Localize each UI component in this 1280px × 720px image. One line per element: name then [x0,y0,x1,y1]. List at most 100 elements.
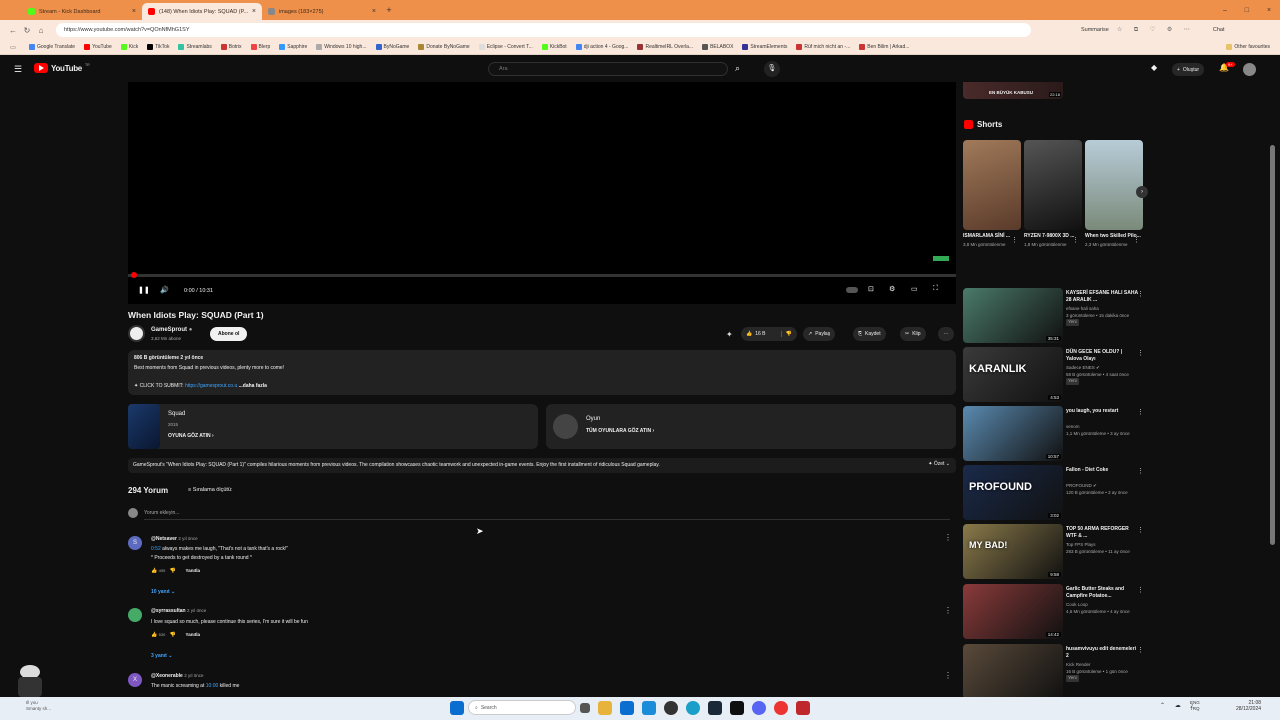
bookmark-item[interactable]: RealtimeIRL Overla... [637,44,693,50]
discord-icon[interactable] [752,700,766,715]
close-icon[interactable]: × [372,8,376,15]
card-link[interactable]: OYUNA GÖZ ATIN › [168,433,214,439]
progress-bar[interactable] [128,272,956,278]
obs-icon[interactable] [664,700,678,715]
bookmark-item[interactable]: dji action 4 - Goog... [575,44,628,50]
bookmark-item[interactable]: TikTok [147,44,169,50]
browser-tab-kick[interactable]: Stream - Kick Dashboard × [22,3,142,20]
recommended-video[interactable]: you laugh, you restart venom 1,1 Mn görünt… [963,406,1148,461]
more-actions-icon[interactable]: ⋯ [938,327,954,341]
avatar[interactable]: X [128,673,142,687]
reply-button[interactable]: Yanıtla [185,568,200,573]
close-window-icon[interactable]: × [1267,7,1271,14]
partial-thumbnail[interactable]: EN BÜYÜK KABUSU 22:18 [963,82,1063,99]
more-icon[interactable]: ⋮ [944,606,952,615]
channel-avatar[interactable] [128,325,145,342]
avatar[interactable] [1243,63,1256,76]
windows-start-icon[interactable] [450,700,464,715]
description-link[interactable]: https://gamesprout.co.u [185,383,237,389]
miniplayer-icon[interactable]: ▭ [911,285,918,293]
bookmark-item[interactable]: Google Translate [29,44,75,50]
recommended-video[interactable]: DÜN GECE NE OLDU? | Yalova Olayı Sadece E… [963,347,1148,402]
like-icon[interactable]: 👍 [151,568,157,574]
search-input[interactable]: Ara [488,62,728,76]
autoplay-toggle[interactable] [846,287,858,293]
browser-tab-youtube[interactable]: (148) When Idiots Play: SQUAD (P... × [142,3,262,20]
sort-button[interactable]: ≡ Sıralama ölçütü: [188,487,233,493]
store-icon[interactable] [620,700,634,715]
more-icon[interactable]: ⋮ [1137,290,1144,298]
youtube-logo[interactable]: YouTube TR [34,63,90,73]
short-item[interactable]: When two Skilled Pilo... 2,3 Mn görüntül… [1085,140,1143,248]
folder-icon[interactable]: ▭ [6,44,20,51]
more-icon[interactable]: ⋮ [1137,646,1144,654]
bookmark-item[interactable]: YouTube [84,44,112,50]
video-player[interactable]: ❚❚ 🔊 0:00 / 10:31 ⊡ ⚙ ▭ ⛶ [128,82,956,304]
progress-handle[interactable] [131,272,137,278]
more-icon[interactable]: ⋮ [1011,236,1018,244]
more-icon[interactable]: ⋮ [1137,467,1144,475]
recommended-video[interactable]: KAYSERİ EFSANE HALI SAHA 28 ARALIK ... ef… [963,288,1148,343]
volume-icon[interactable]: 🔊 [160,286,169,294]
bookmark-item[interactable]: Eclipse - Convert T... [478,44,533,50]
task-view-icon[interactable] [580,702,590,713]
summarise-button[interactable]: Summarise [1081,27,1109,33]
replies-toggle[interactable]: 10 yanıt ⌄ [151,589,175,595]
dislike-icon[interactable]: 👎 [169,632,175,638]
new-tab-icon[interactable]: + [382,5,396,15]
edge-icon[interactable] [686,700,700,715]
bookmark-item[interactable]: Windows 10 high... [316,44,367,50]
share-button[interactable]: ↗ Paylaş [803,327,836,341]
other-favourites[interactable]: Other favourites [1226,44,1270,50]
home-icon[interactable]: ⌂ [34,26,48,35]
card-link[interactable]: TÜM OYUNLARA GÖZ ATIN › [586,428,654,434]
toolbar-icons[interactable]: ☆ ⧉ ♡ ⚙ ⋯ [1117,26,1195,34]
app-icon[interactable] [774,700,788,715]
like-icon[interactable]: 👍 [151,632,157,638]
steam-icon[interactable] [708,700,722,715]
more-link[interactable]: ...daha fazla [239,383,267,389]
bookmark-item[interactable]: Botrix [220,44,242,50]
fullscreen-icon[interactable]: ⛶ [933,285,938,293]
avatar[interactable]: S [128,536,142,550]
summary-toggle[interactable]: ✦ Özet ⌄ [928,461,950,467]
more-icon[interactable]: ⋮ [1072,236,1079,244]
comment-author[interactable]: @syrrassultan [151,608,186,614]
more-icon[interactable]: ⋮ [1137,349,1144,357]
recommended-video[interactable]: Garlic Butter Steaks and Campfire Potato… [963,584,1148,639]
bookmark-item[interactable]: Kick [120,44,138,50]
bookmark-item[interactable]: KickBot [541,44,567,50]
recommended-video[interactable]: Fallon - Diet Coke PROFOUND ✔ 120 B görünt… [963,465,1148,520]
bookmark-item[interactable]: ByNoGame [375,44,409,50]
pause-icon[interactable]: ❚❚ [138,286,150,294]
description-box[interactable]: 806 B görüntüleme 2 yıl önce Best moment… [128,350,956,395]
dislike-icon[interactable]: 👎 [780,331,792,337]
mic-icon[interactable]: 🎙 [764,61,780,77]
timestamp-link[interactable]: 0:52 [151,546,161,552]
channel-name-row[interactable]: GameSprout ● [151,327,192,333]
comment-author[interactable]: @Xeonerable [151,673,183,679]
minimize-icon[interactable]: – [1223,7,1227,14]
recommended-video[interactable]: TOP 50 ARMA REFORGER WTF & ... Top FPS Pl… [963,524,1148,579]
timestamp-link[interactable]: 10:00 [206,683,219,689]
back-icon[interactable]: ← [6,26,20,35]
language-indicator[interactable]: ENG TRQ [1190,700,1200,712]
avatar[interactable] [128,608,142,622]
short-item[interactable]: ISMARLAMA SİNİ ... 3,8 Mn görüntülenme [963,140,1021,248]
dislike-icon[interactable]: 👎 [169,568,175,574]
subscribe-button[interactable]: Abone ol [210,327,248,341]
bookmark-item[interactable]: StreamElements [742,44,787,50]
more-icon[interactable]: ⋮ [944,533,952,542]
add-comment-input[interactable]: Yorum ekleyin... [144,510,179,516]
more-icon[interactable]: ⋮ [1133,236,1140,244]
chevron-right-icon[interactable]: › [1136,186,1148,198]
replies-toggle[interactable]: 3 yanıt ⌄ [151,653,172,659]
settings-icon[interactable]: ⚙ [889,285,895,293]
game-card-gaming[interactable]: Oyun TÜM OYUNLARA GÖZ ATIN › [546,404,956,449]
recommended-video[interactable]: husamvivuyu edit denemeleri 2 Kick Render… [963,644,1148,699]
like-icon[interactable]: 👍 [746,331,752,337]
more-icon[interactable]: ⋮ [944,671,952,680]
more-icon[interactable]: ⋮ [1137,408,1144,416]
clip-button[interactable]: ✂ Klip [900,327,926,341]
search-icon[interactable]: ⌕ [735,63,740,74]
